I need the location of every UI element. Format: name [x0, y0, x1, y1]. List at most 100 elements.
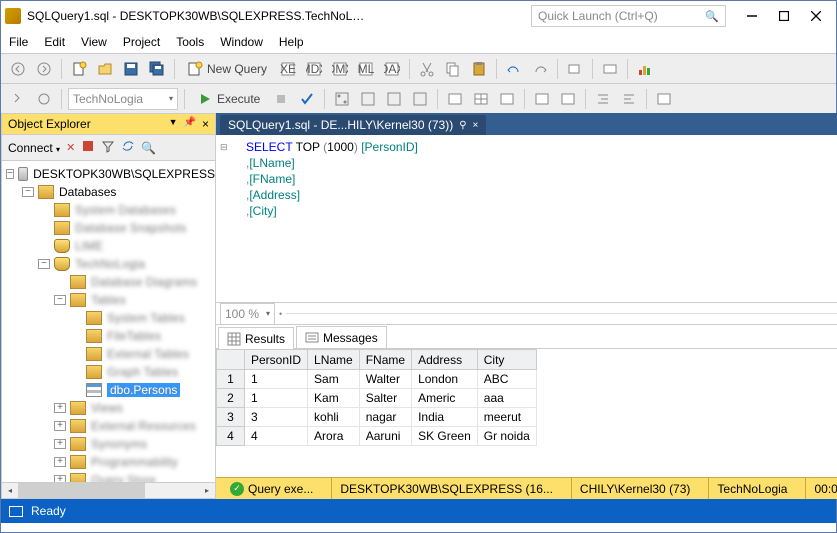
tree-node[interactable]: LIME: [2, 237, 215, 255]
tree-node[interactable]: +Programmability: [2, 453, 215, 471]
tree-node[interactable]: Database Diagrams: [2, 273, 215, 291]
database-combo[interactable]: TechNoLogia ▾: [68, 88, 178, 110]
messages-tab[interactable]: Messages: [296, 326, 387, 348]
disconnect-icon[interactable]: ✕: [66, 141, 75, 154]
parse-button[interactable]: [296, 88, 318, 110]
close-button[interactable]: [800, 4, 832, 28]
client-stats-button[interactable]: [409, 88, 431, 110]
copy-button[interactable]: [442, 58, 464, 80]
tree-node[interactable]: System Tables: [2, 309, 215, 327]
cell[interactable]: Gr noida: [477, 427, 536, 446]
save-button[interactable]: [120, 58, 142, 80]
debug-target-button[interactable]: [33, 88, 55, 110]
cell[interactable]: 1: [245, 389, 308, 408]
redo-button[interactable]: [529, 58, 551, 80]
table-row[interactable]: 21KamSalterAmericaaa: [217, 389, 537, 408]
close-panel-icon[interactable]: ×: [202, 117, 209, 131]
find-button[interactable]: [564, 58, 586, 80]
cell[interactable]: 4: [245, 427, 308, 446]
cell[interactable]: Arora: [308, 427, 360, 446]
use-db-button[interactable]: [7, 88, 29, 110]
dropdown-icon[interactable]: ▼: [169, 117, 178, 131]
maximize-button[interactable]: [768, 4, 800, 28]
menu-tools[interactable]: Tools: [176, 35, 204, 49]
tree-node[interactable]: +External Resources: [2, 417, 215, 435]
expand-icon[interactable]: +: [54, 439, 66, 449]
save-all-button[interactable]: [146, 58, 168, 80]
execute-button[interactable]: Execute: [191, 88, 266, 110]
outdent-button[interactable]: [618, 88, 640, 110]
quick-launch-input[interactable]: Quick Launch (Ctrl+Q) 🔍: [531, 5, 726, 27]
menu-project[interactable]: Project: [123, 35, 160, 49]
tree-node[interactable]: System Databases: [2, 201, 215, 219]
scroll-left-icon[interactable]: ◂: [2, 483, 18, 498]
editor-tab[interactable]: SQLQuery1.sql - DE...HILY\Kernel30 (73))…: [220, 115, 486, 135]
scroll-track[interactable]: [18, 483, 199, 498]
tree-node[interactable]: Graph Tables: [2, 363, 215, 381]
column-header[interactable]: PersonID: [245, 350, 308, 370]
refresh-icon[interactable]: [121, 139, 135, 156]
xevent-button[interactable]: XE: [277, 58, 299, 80]
results-grid[interactable]: PersonIDLNameFNameAddressCity11SamWalter…: [216, 349, 837, 477]
minimize-button[interactable]: [736, 4, 768, 28]
table-row[interactable]: 33kohlinagarIndiameerut: [217, 408, 537, 427]
menu-file[interactable]: File: [9, 35, 28, 49]
cell[interactable]: Salter: [359, 389, 411, 408]
tree-node[interactable]: −TechNoLogia: [2, 255, 215, 273]
results-tab[interactable]: Results: [218, 327, 294, 349]
tab-pin-icon[interactable]: ⚲: [459, 120, 466, 131]
cell[interactable]: 1: [245, 370, 308, 389]
tree-node[interactable]: −Databases: [2, 183, 215, 201]
menu-edit[interactable]: Edit: [44, 35, 65, 49]
forward-button[interactable]: [33, 58, 55, 80]
cell[interactable]: Sam: [308, 370, 360, 389]
table-row[interactable]: 11SamWalterLondonABC: [217, 370, 537, 389]
back-button[interactable]: [7, 58, 29, 80]
dax-query-button[interactable]: DAX: [381, 58, 403, 80]
cut-button[interactable]: [416, 58, 438, 80]
search-tree-icon[interactable]: 🔍: [141, 141, 156, 155]
paste-button[interactable]: [468, 58, 490, 80]
column-header[interactable]: LName: [308, 350, 360, 370]
tree-node[interactable]: +Synonyms: [2, 435, 215, 453]
tree-node[interactable]: Database Snapshots: [2, 219, 215, 237]
expand-icon[interactable]: +: [54, 457, 66, 467]
expand-icon[interactable]: +: [54, 403, 66, 413]
indent-button[interactable]: [592, 88, 614, 110]
new-query-button[interactable]: New Query: [181, 58, 273, 80]
cell[interactable]: London: [412, 370, 478, 389]
expand-icon[interactable]: +: [54, 421, 66, 431]
cell[interactable]: Kam: [308, 389, 360, 408]
expand-icon[interactable]: +: [54, 475, 66, 483]
cell[interactable]: nagar: [359, 408, 411, 427]
cell[interactable]: SK Green: [412, 427, 478, 446]
dmx-query-button[interactable]: DMX: [329, 58, 351, 80]
cell[interactable]: Walter: [359, 370, 411, 389]
menu-window[interactable]: Window: [220, 35, 263, 49]
pin-icon[interactable]: 📌: [184, 117, 196, 131]
specify-values-button[interactable]: [653, 88, 675, 110]
expand-icon[interactable]: −: [22, 187, 34, 197]
object-explorer-tree[interactable]: −DESKTOPK30WB\SQLEXPRESS−DatabasesSystem…: [1, 161, 216, 483]
scroll-right-icon[interactable]: ▸: [199, 483, 215, 498]
tree-node[interactable]: +Query Store: [2, 471, 215, 483]
uncomment-button[interactable]: [557, 88, 579, 110]
cell[interactable]: Aaruni: [359, 427, 411, 446]
cell[interactable]: India: [412, 408, 478, 427]
tree-node[interactable]: −Tables: [2, 291, 215, 309]
cell[interactable]: 3: [245, 408, 308, 427]
results-file-button[interactable]: [496, 88, 518, 110]
comment-button[interactable]: [599, 58, 621, 80]
live-stats-button[interactable]: [383, 88, 405, 110]
tree-node[interactable]: FileTables: [2, 327, 215, 345]
sql-editor[interactable]: ⊟ SELECT TOP (1000) [PersonID] ,[LName] …: [216, 135, 837, 303]
tree-node[interactable]: External Tables: [2, 345, 215, 363]
expand-icon[interactable]: −: [6, 169, 14, 179]
cancel-query-button[interactable]: [270, 88, 292, 110]
stop-icon[interactable]: [81, 139, 95, 156]
new-file-button[interactable]: [68, 58, 90, 80]
open-file-button[interactable]: [94, 58, 116, 80]
cell[interactable]: aaa: [477, 389, 536, 408]
menu-view[interactable]: View: [81, 35, 107, 49]
cell[interactable]: meerut: [477, 408, 536, 427]
